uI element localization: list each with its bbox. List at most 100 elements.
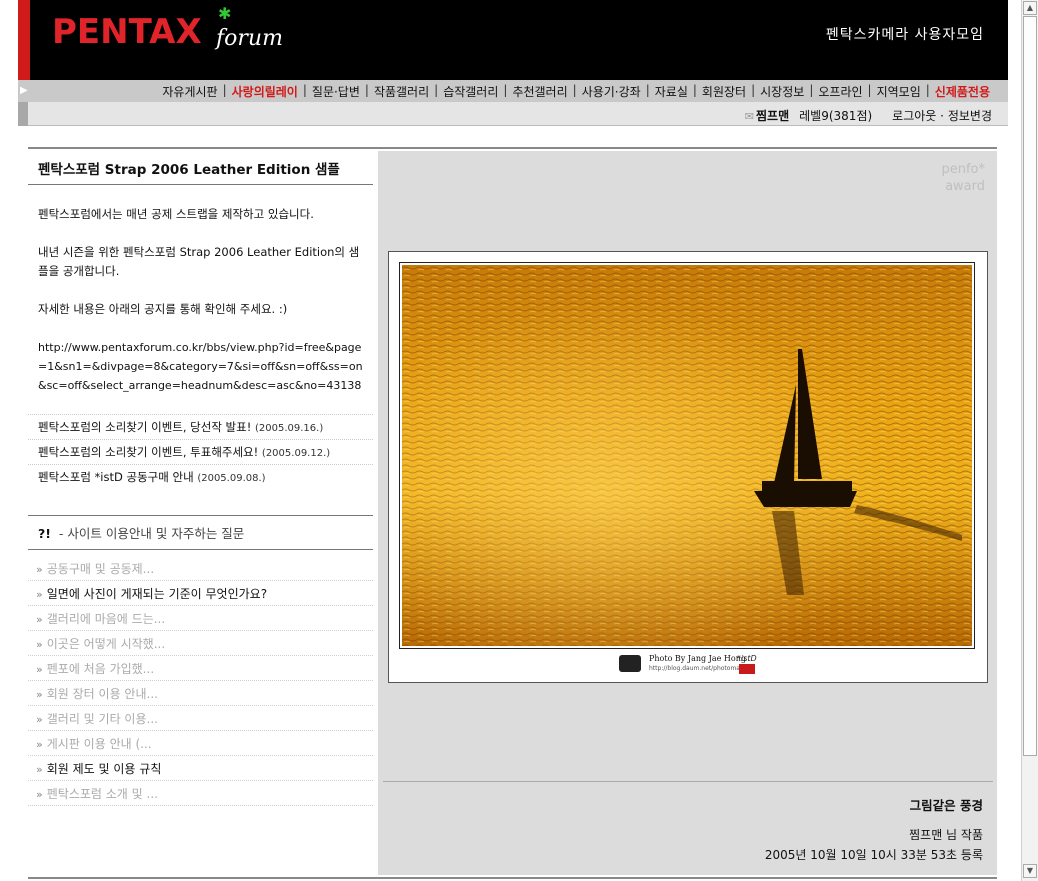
- scroll-thumb[interactable]: [1023, 16, 1037, 756]
- user-bar-strip: [18, 102, 28, 126]
- news-url-link[interactable]: http://www.pentaxforum.co.kr/bbs/view.ph…: [38, 338, 368, 395]
- photo-title[interactable]: 그림같은 풍경: [910, 795, 983, 814]
- news-list-item[interactable]: 펜탁스포럼 *istD 공동구매 안내 (2005.09.08.): [28, 464, 373, 489]
- scroll-down-icon[interactable]: ▼: [1023, 864, 1037, 878]
- featured-photo[interactable]: [399, 262, 975, 649]
- header-accent-bar: [18, 0, 30, 80]
- user-info: ✉ 찜프맨 레벨9(381점) 로그아웃 · 정보변경: [745, 107, 992, 124]
- award-line-1: penfo*: [941, 162, 985, 177]
- double-chevron-icon: »: [36, 713, 43, 726]
- user-bar: ✉ 찜프맨 레벨9(381점) 로그아웃 · 정보변경: [18, 102, 1008, 126]
- nav-separator: |: [364, 83, 369, 97]
- faq-item-label: 펜탁스포럼 소개 및 ...: [46, 787, 158, 801]
- featured-photo-panel: penfo* award Photo By Jang Jae Hong http…: [378, 151, 997, 875]
- nav-item[interactable]: 사용기·강좌: [582, 83, 641, 100]
- news-list-item[interactable]: 펜탁스포럼의 소리찾기 이벤트, 당선작 발표! (2005.09.16.): [28, 414, 373, 439]
- double-chevron-icon: »: [36, 688, 43, 701]
- nav-item[interactable]: 오프라인: [818, 83, 862, 100]
- faq-list: » 공동구매 및 공동제...» 일면에 사진이 게재되는 기준이 무엇인가요?» 갤…: [28, 556, 373, 806]
- nav-item[interactable]: 자료실: [655, 83, 688, 100]
- double-chevron-icon: »: [36, 613, 43, 626]
- faq-item[interactable]: » 이곳은 어떻게 시작했...: [28, 631, 373, 656]
- faq-item-label: 갤러리 및 기타 이용...: [46, 712, 158, 726]
- news-item-title: 펜탁스포럼의 소리찾기 이벤트, 당선작 발표!: [38, 420, 252, 434]
- nav-list: 자유게시판 | 사랑의릴레이 | 질문·답변 | 작품갤러리 | 습작갤러리 | 추천갤러리 | 사용기…: [162, 83, 990, 100]
- mail-icon[interactable]: ✉: [745, 110, 754, 123]
- nav-separator: |: [572, 83, 577, 97]
- nav-item[interactable]: 추천갤러리: [512, 83, 567, 100]
- faq-item[interactable]: » 일면에 사진이 게재되는 기준이 무엇인가요?: [28, 581, 373, 606]
- news-paragraph: 펜탁스포럼에서는 매년 공제 스트랩을 제작하고 있습니다.: [38, 207, 314, 221]
- nav-separator: |: [302, 83, 307, 97]
- user-name[interactable]: 찜프맨: [756, 109, 789, 123]
- faq-item-label: 펜포에 처음 가입했...: [46, 662, 155, 676]
- nav-separator: |: [222, 83, 227, 97]
- news-paragraph: 내년 시즌을 위한 펜탁스포럼 Strap 2006 Leather Editi…: [38, 245, 360, 278]
- sailboat-photo-image: [402, 265, 972, 646]
- nav-item[interactable]: 작품갤러리: [374, 83, 429, 100]
- logo-star-icon: ✱: [218, 4, 232, 23]
- news-item-date: (2005.09.08.): [197, 473, 266, 484]
- logout-link[interactable]: 로그아웃: [892, 109, 936, 123]
- news-list: 펜탁스포럼의 소리찾기 이벤트, 당선작 발표! (2005.09.16.) 펜탁…: [28, 414, 373, 489]
- edit-info-link[interactable]: 정보변경: [948, 109, 992, 123]
- faq-item[interactable]: » 게시판 이용 안내 (...: [28, 731, 373, 756]
- nav-item[interactable]: 시장정보: [760, 83, 804, 100]
- site-logo[interactable]: PENTAX: [52, 12, 202, 52]
- double-chevron-icon: »: [36, 563, 43, 576]
- faq-item-label: 공동구매 및 공동제...: [46, 562, 155, 576]
- news-item-title: 펜탁스포럼의 소리찾기 이벤트, 투표해주세요!: [38, 445, 259, 459]
- faq-item[interactable]: » 갤러리 및 기타 이용...: [28, 706, 373, 731]
- left-column: 펜탁스포럼 Strap 2006 Leather Edition 샘플 펜탁스포…: [28, 151, 373, 806]
- nav-separator: |: [503, 83, 508, 97]
- nav-separator: |: [692, 83, 697, 97]
- faq-item[interactable]: » 회원 제도 및 이용 규칙: [28, 756, 373, 781]
- site-header: PENTAX ✱ forum 펜탁스카메라 사용자모임: [18, 0, 1008, 80]
- photo-credit-url: http://blog.daum.net/photoman76: [649, 665, 752, 672]
- nav-separator: |: [867, 83, 872, 97]
- photo-author: 찜프맨 님 작품: [909, 828, 983, 842]
- nav-item[interactable]: 신제품전용: [935, 83, 990, 100]
- top-divider: [28, 147, 997, 149]
- faq-item-label: 이곳은 어떻게 시작했...: [46, 637, 166, 651]
- nav-item[interactable]: 자유게시판: [162, 83, 217, 100]
- nav-item[interactable]: 습작갤러리: [443, 83, 498, 100]
- nav-separator: |: [434, 83, 439, 97]
- faq-item[interactable]: » 공동구매 및 공동제...: [28, 556, 373, 581]
- faq-mark: ?!: [38, 526, 51, 541]
- nav-item[interactable]: 회원장터: [702, 83, 746, 100]
- double-chevron-icon: »: [36, 638, 43, 651]
- page-scrollbar[interactable]: ▲ ▼: [1021, 0, 1038, 881]
- nav-item[interactable]: 사랑의릴레이: [232, 83, 298, 100]
- double-chevron-icon: »: [36, 738, 43, 751]
- photo-date: 2005년 10월 10일 10시 33분 53초 등록: [764, 848, 983, 862]
- site-logo-sub: forum: [216, 26, 283, 51]
- faq-item[interactable]: » 갤러리에 마음에 드는...: [28, 606, 373, 631]
- double-chevron-icon: »: [36, 588, 43, 601]
- photo-credit: Photo By Jang Jae Hong http://blog.daum.…: [619, 652, 759, 676]
- news-body: 펜탁스포럼에서는 매년 공제 스트랩을 제작하고 있습니다. 내년 시즌을 위한…: [28, 185, 368, 395]
- nav-separator: |: [751, 83, 756, 97]
- faq-item-label: 회원 장터 이용 안내...: [46, 687, 158, 701]
- news-item-date: (2005.09.12.): [261, 448, 331, 459]
- scroll-up-icon[interactable]: ▲: [1023, 1, 1037, 15]
- bottom-divider: [28, 877, 997, 879]
- faq-title: - 사이트 이용안내 및 자주하는 질문: [54, 526, 245, 541]
- news-title[interactable]: 펜탁스포럼 Strap 2006 Leather Edition 샘플: [28, 151, 373, 185]
- photo-credit-name: Photo By Jang Jae Hong: [649, 654, 746, 663]
- nav-separator: |: [645, 83, 650, 97]
- faq-item-label: 갤러리에 마음에 드는...: [46, 612, 166, 626]
- nav-item[interactable]: 지역모임: [877, 83, 921, 100]
- faq-item[interactable]: » 펜포에 처음 가입했...: [28, 656, 373, 681]
- faq-item-label: 게시판 이용 안내 (...: [46, 737, 152, 751]
- photo-divider: [383, 781, 993, 782]
- double-chevron-icon: »: [36, 763, 43, 776]
- faq-item[interactable]: » 펜탁스포럼 소개 및 ...: [28, 781, 373, 806]
- award-label: penfo* award: [941, 161, 985, 195]
- faq-item-label: 회원 제도 및 이용 규칙: [46, 762, 162, 776]
- news-list-item[interactable]: 펜탁스포럼의 소리찾기 이벤트, 투표해주세요! (2005.09.12.): [28, 439, 373, 464]
- nav-item[interactable]: 질문·답변: [312, 83, 360, 100]
- faq-item[interactable]: » 회원 장터 이용 안내...: [28, 681, 373, 706]
- faq-header: ?! - 사이트 이용안내 및 자주하는 질문: [28, 515, 373, 550]
- nav-arrow-icon: ▶: [20, 85, 28, 96]
